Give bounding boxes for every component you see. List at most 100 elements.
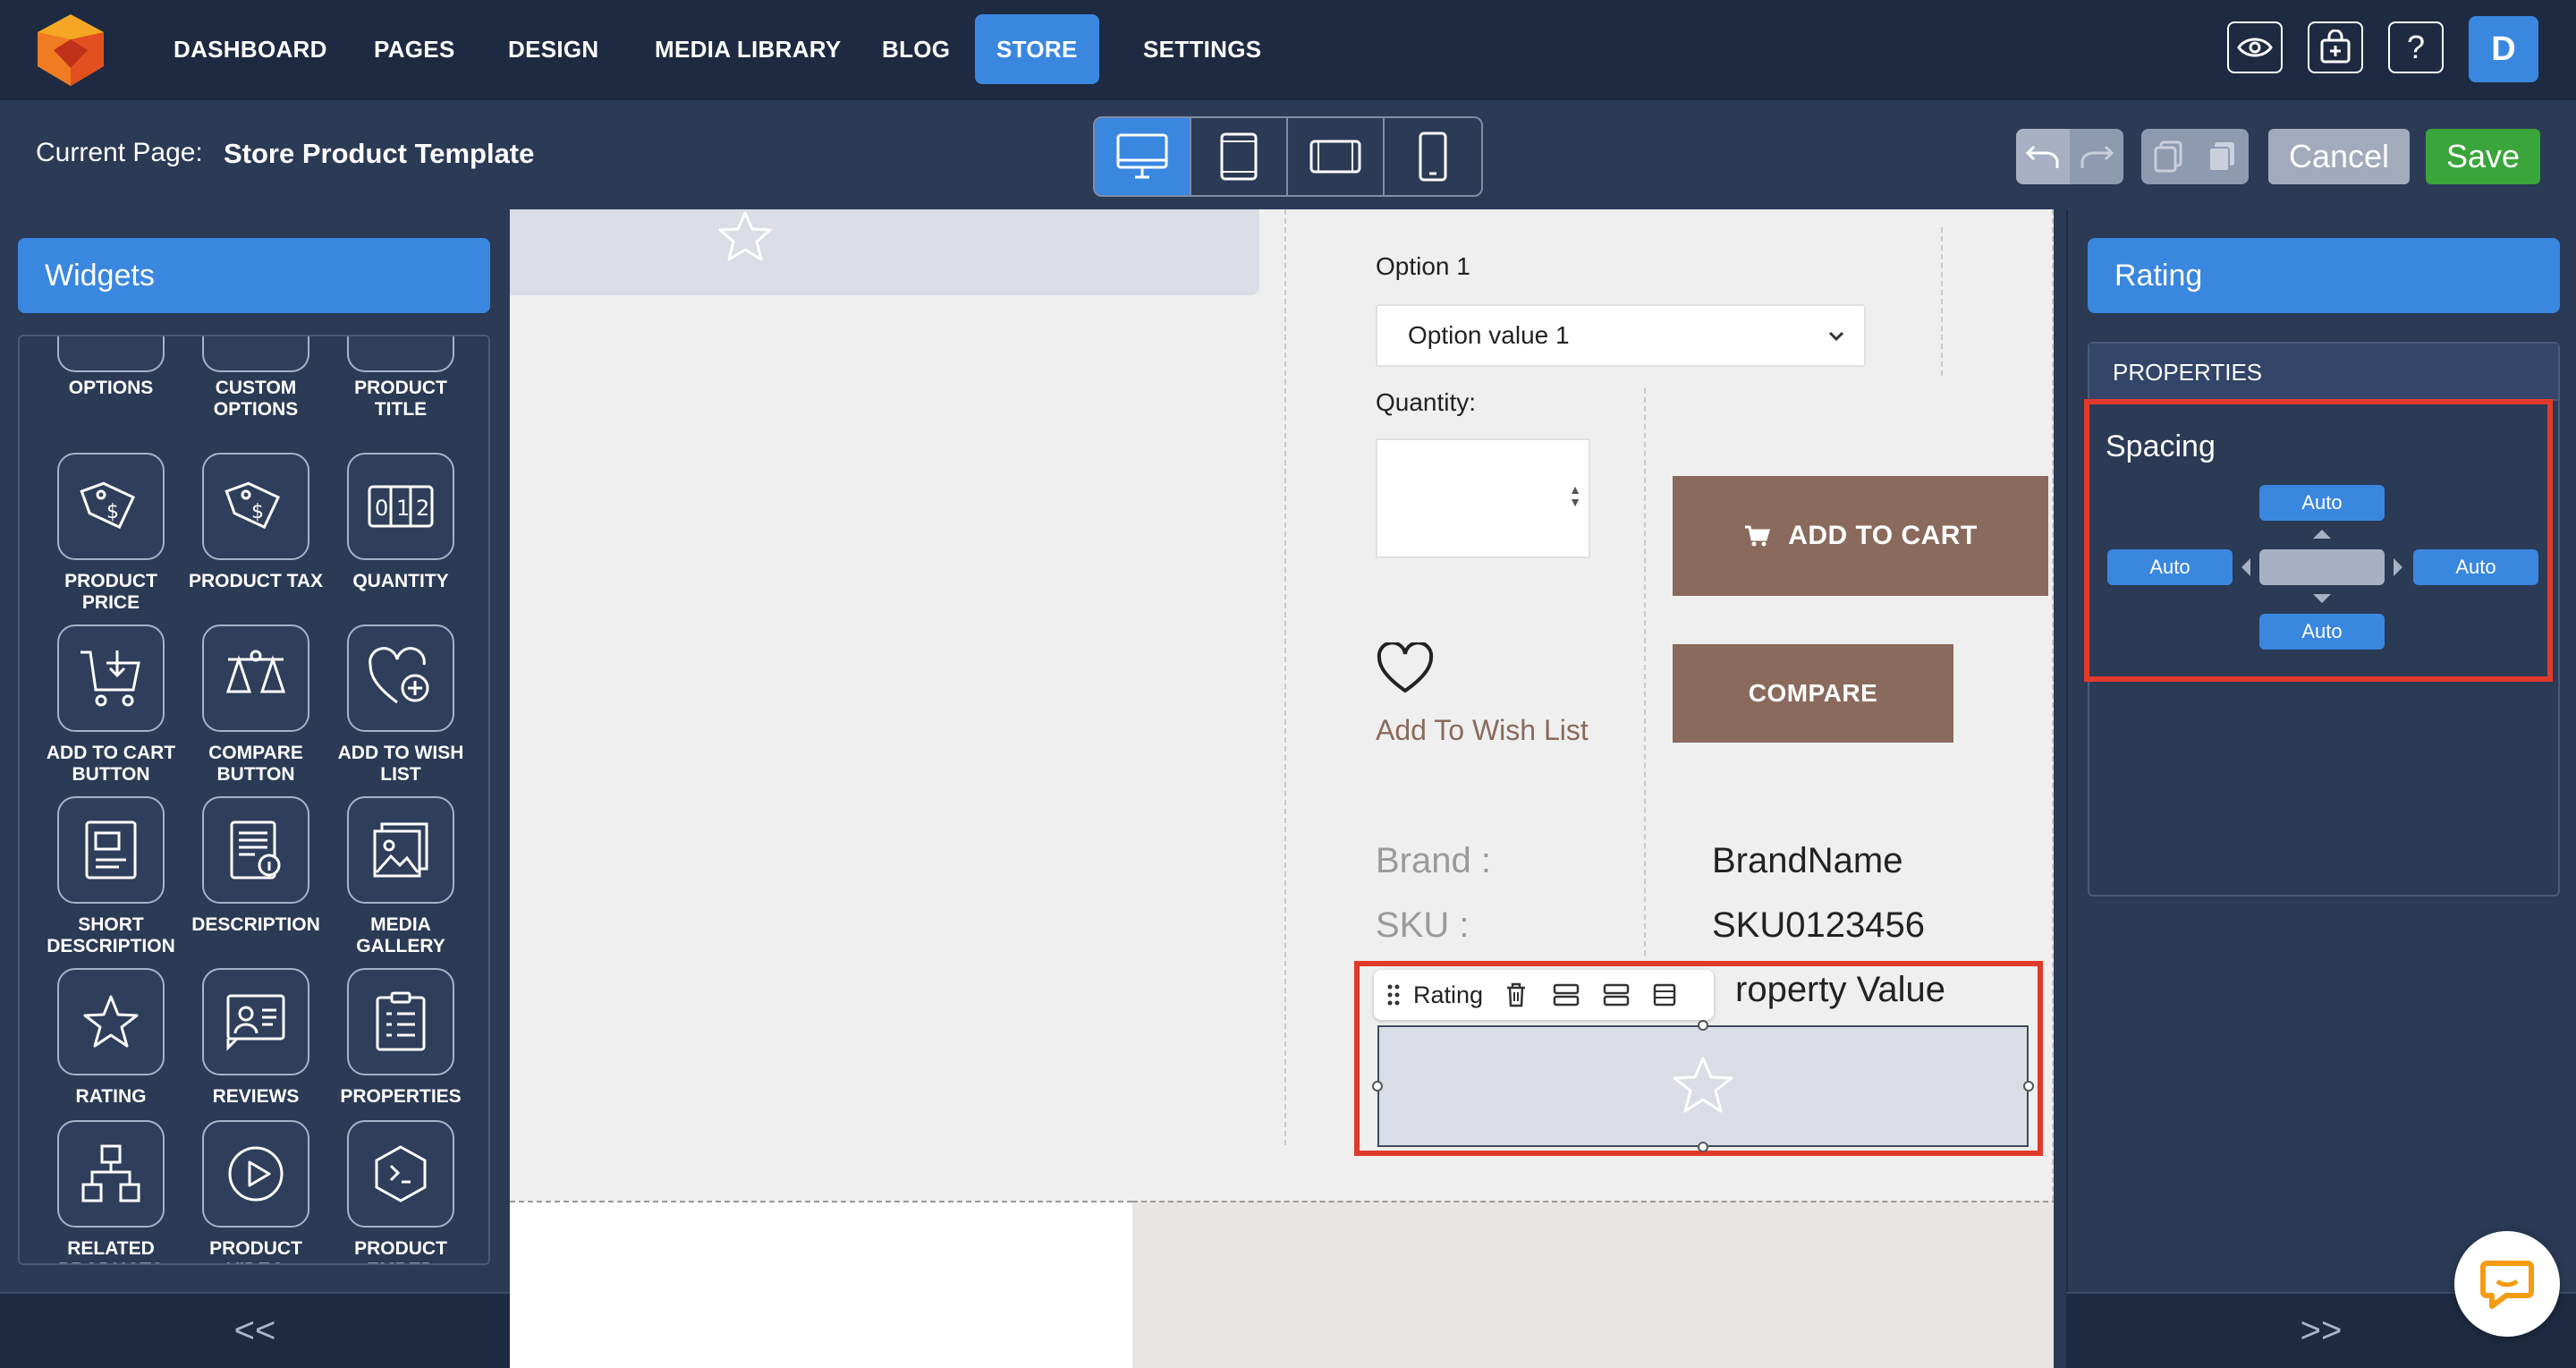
nav-media-library[interactable]: MEDIA LIBRARY bbox=[633, 14, 863, 84]
redo-icon bbox=[2080, 145, 2114, 168]
canvas-scrollbar[interactable] bbox=[2054, 209, 2066, 1368]
widget-options[interactable]: OPTIONS bbox=[39, 336, 182, 399]
resize-handle-top[interactable] bbox=[1698, 1020, 1708, 1031]
next-section-right[interactable] bbox=[1132, 1201, 2066, 1368]
widget-custom-options[interactable]: CUSTOM OPTIONS bbox=[184, 336, 327, 421]
redo-button[interactable] bbox=[2070, 129, 2123, 184]
widget-product-embed[interactable]: PRODUCT EMBED bbox=[329, 1120, 472, 1263]
embed-code-icon bbox=[347, 1120, 454, 1228]
widget-product-tax[interactable]: $ PRODUCT TAX bbox=[184, 453, 327, 592]
compare-button[interactable]: COMPARE bbox=[1673, 644, 1953, 743]
help-button[interactable]: ? bbox=[2388, 21, 2444, 73]
user-avatar[interactable]: D bbox=[2469, 16, 2538, 82]
widget-reviews[interactable]: REVIEWS bbox=[184, 968, 327, 1108]
brand-value: BrandName bbox=[1712, 841, 1903, 880]
collapse-left-panel-button[interactable]: << bbox=[0, 1292, 510, 1368]
properties-section-title[interactable]: PROPERTIES bbox=[2089, 344, 2558, 401]
paste-icon bbox=[2208, 142, 2234, 172]
widget-description[interactable]: DESCRIPTION bbox=[184, 796, 327, 936]
product-title-icon bbox=[347, 336, 454, 372]
widget-quantity[interactable]: 012 QUANTITY bbox=[329, 453, 472, 592]
wishlist-heart-icon[interactable] bbox=[1376, 642, 1435, 694]
cancel-button[interactable]: Cancel bbox=[2268, 129, 2410, 184]
device-switcher bbox=[1093, 116, 1483, 197]
nav-store[interactable]: STORE bbox=[975, 14, 1099, 84]
layout-list-icon[interactable] bbox=[1651, 981, 1678, 1008]
page-canvas[interactable]: Option 1 Option value 1 Quantity: ▲ ▼ ADD… bbox=[510, 209, 2066, 1368]
widget-add-to-wish-list[interactable]: ADD TO WISH LIST bbox=[329, 625, 472, 786]
paste-button[interactable] bbox=[2195, 129, 2249, 184]
widget-properties[interactable]: PROPERTIES bbox=[329, 968, 472, 1108]
save-button[interactable]: Save bbox=[2426, 129, 2540, 184]
widget-related-products[interactable]: RELATED PRODUCTS bbox=[39, 1120, 182, 1263]
tax-tag-icon: $ bbox=[202, 453, 309, 560]
copy-button[interactable] bbox=[2141, 129, 2195, 184]
chevron-down-icon bbox=[1828, 331, 1844, 342]
spacing-left-input[interactable]: Auto bbox=[2107, 549, 2233, 585]
nav-pages[interactable]: PAGES bbox=[352, 14, 477, 84]
mobile-icon bbox=[1419, 132, 1447, 182]
top-rating-block[interactable] bbox=[510, 209, 1259, 295]
next-section-left[interactable] bbox=[510, 1201, 1132, 1368]
preview-button[interactable] bbox=[2227, 21, 2283, 73]
add-to-wish-list-link[interactable]: Add To Wish List bbox=[1376, 714, 1589, 747]
column-divider bbox=[1284, 209, 1286, 1145]
history-group bbox=[2016, 129, 2123, 184]
resize-handle-bottom[interactable] bbox=[1698, 1142, 1708, 1152]
nav-settings[interactable]: SETTINGS bbox=[1122, 14, 1283, 84]
nav-design[interactable]: DESIGN bbox=[487, 14, 620, 84]
undo-button[interactable] bbox=[2016, 129, 2070, 184]
quantity-counter-icon: 012 bbox=[347, 453, 454, 560]
brand-label: Brand : bbox=[1376, 841, 1491, 880]
widgets-list[interactable]: OPTIONS CUSTOM OPTIONS PRODUCT TITLE $ P… bbox=[18, 335, 490, 1265]
trash-icon[interactable] bbox=[1504, 981, 1528, 1008]
widget-short-description[interactable]: SHORT DESCRIPTION bbox=[39, 796, 182, 957]
chat-button[interactable] bbox=[2454, 1231, 2560, 1337]
description-icon bbox=[202, 796, 309, 904]
device-tablet-landscape-button[interactable] bbox=[1288, 118, 1385, 195]
rating-star-icon bbox=[1673, 1057, 1733, 1113]
device-desktop-button[interactable] bbox=[1095, 118, 1191, 195]
store-button[interactable] bbox=[2308, 21, 2363, 73]
eye-icon bbox=[2237, 38, 2273, 57]
spacing-bottom-input[interactable]: Auto bbox=[2259, 614, 2385, 650]
widget-add-to-cart[interactable]: ADD TO CART BUTTON bbox=[39, 625, 182, 786]
add-to-cart-button[interactable]: ADD TO CART bbox=[1673, 476, 2048, 596]
cart-icon bbox=[1745, 525, 1771, 547]
svg-text:2: 2 bbox=[416, 496, 429, 521]
spacing-top-input[interactable]: Auto bbox=[2259, 485, 2385, 521]
scale-icon bbox=[202, 625, 309, 732]
widget-product-title[interactable]: PRODUCT TITLE bbox=[329, 336, 472, 421]
arrow-down-icon bbox=[2313, 594, 2331, 603]
widget-toolbar-label: Rating bbox=[1413, 981, 1484, 1008]
tablet-icon bbox=[1220, 132, 1258, 181]
svg-text:0: 0 bbox=[375, 496, 388, 521]
layout-rows-icon[interactable] bbox=[1551, 981, 1581, 1008]
drag-handle-icon[interactable] bbox=[1386, 983, 1401, 1007]
widget-rating[interactable]: RATING bbox=[39, 968, 182, 1108]
widget-compare[interactable]: COMPARE BUTTON bbox=[184, 625, 327, 786]
logo-icon[interactable] bbox=[32, 13, 109, 88]
heart-plus-icon bbox=[347, 625, 454, 732]
device-mobile-button[interactable] bbox=[1385, 118, 1481, 195]
quantity-input[interactable]: ▲ ▼ bbox=[1376, 438, 1590, 558]
custom-options-icon bbox=[202, 336, 309, 372]
resize-handle-left[interactable] bbox=[1372, 1081, 1383, 1092]
layout-columns-icon[interactable] bbox=[1601, 981, 1631, 1008]
sku-label: SKU : bbox=[1376, 905, 1470, 945]
spacing-right-input[interactable]: Auto bbox=[2413, 549, 2538, 585]
nav-blog[interactable]: BLOG bbox=[860, 14, 971, 84]
widget-media-gallery[interactable]: MEDIA GALLERY bbox=[329, 796, 472, 957]
quantity-spinner[interactable]: ▲ ▼ bbox=[1569, 483, 1581, 508]
resize-handle-right[interactable] bbox=[2023, 1081, 2034, 1092]
selected-rating-widget[interactable] bbox=[1377, 1025, 2029, 1147]
svg-text:1: 1 bbox=[396, 496, 410, 521]
properties-panel: Rating PROPERTIES bbox=[2066, 209, 2576, 1368]
widget-product-video[interactable]: PRODUCT VIDEO bbox=[184, 1120, 327, 1263]
device-tablet-button[interactable] bbox=[1191, 118, 1288, 195]
option-select[interactable]: Option value 1 bbox=[1376, 304, 1866, 367]
spacing-center-box bbox=[2259, 549, 2385, 585]
widget-product-price[interactable]: $ PRODUCT PRICE bbox=[39, 453, 182, 614]
nav-dashboard[interactable]: DASHBOARD bbox=[152, 14, 349, 84]
widget-toolbar: Rating bbox=[1374, 970, 1714, 1020]
